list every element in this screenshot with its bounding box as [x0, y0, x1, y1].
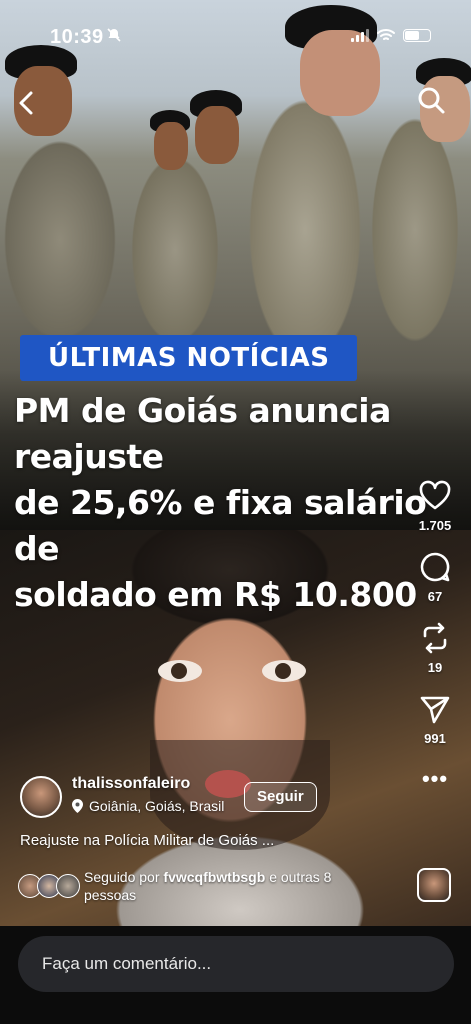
- audio-thumbnail[interactable]: [417, 868, 451, 902]
- repost-count: 19: [427, 660, 443, 675]
- headline-line: PM de Goiás anuncia reajuste: [14, 391, 391, 476]
- repost-icon: [423, 622, 447, 654]
- comment-bar: Faça um comentário...: [0, 926, 471, 1024]
- followed-by-prefix: Seguido por: [84, 869, 160, 885]
- chevron-left-icon: [19, 91, 33, 115]
- author-avatar[interactable]: [20, 776, 62, 818]
- more-icon[interactable]: •••: [422, 766, 448, 792]
- followers-avatars: [18, 874, 80, 898]
- wifi-icon: [377, 29, 395, 40]
- eye: [158, 660, 202, 682]
- status-indicators: [351, 28, 431, 42]
- soldier-face: [300, 30, 380, 116]
- status-time: 10:39: [50, 26, 104, 48]
- location-row[interactable]: Goiânia, Goiás, Brasil: [72, 798, 224, 814]
- comment-icon: [420, 552, 450, 582]
- share-count: 991: [424, 731, 446, 746]
- repost-button[interactable]: 19: [419, 622, 451, 675]
- back-button[interactable]: [12, 88, 42, 118]
- mute-bell-icon: [106, 27, 122, 48]
- headline-line: de 25,6% e fixa salário de: [14, 483, 427, 568]
- heart-icon: [419, 480, 451, 510]
- followed-by-user: fvwcqfbwtbsgb: [163, 869, 266, 885]
- soldier-face: [195, 106, 239, 164]
- follow-button[interactable]: Seguir: [244, 782, 317, 812]
- news-badge: ÚLTIMAS NOTÍCIAS: [20, 335, 358, 381]
- search-button[interactable]: [415, 84, 447, 116]
- comment-input[interactable]: Faça um comentário...: [18, 936, 454, 992]
- eye: [262, 660, 306, 682]
- location-pin-icon: [72, 799, 83, 813]
- post-caption[interactable]: Reajuste na Polícia Militar de Goiás ...: [20, 832, 274, 849]
- soldier-face: [154, 122, 188, 170]
- send-icon: [420, 696, 450, 724]
- battery-icon: [403, 28, 431, 42]
- comment-button[interactable]: 67: [419, 551, 451, 604]
- like-count: 1.705: [418, 518, 452, 533]
- like-button[interactable]: 1.705: [418, 480, 452, 533]
- action-column: 1.705 67 19 991 •••: [413, 480, 457, 792]
- avatar: [56, 874, 80, 898]
- share-button[interactable]: 991: [419, 693, 451, 746]
- cellular-signal-icon: [351, 28, 369, 42]
- followed-by-text[interactable]: Seguido por fvwcqfbwtbsgb e outras 8 pes…: [84, 868, 374, 904]
- news-headline: PM de Goiás anuncia reajuste de 25,6% e …: [14, 388, 471, 618]
- reel-screen: 10:39 ÚLTIMAS NOTÍCIAS PM de Goiás anunc…: [0, 0, 471, 1024]
- search-icon: [418, 87, 445, 114]
- author-username[interactable]: thalissonfaleiro: [72, 775, 190, 793]
- headline-line: soldado em R$ 10.800: [14, 575, 417, 614]
- comment-count: 67: [427, 589, 443, 604]
- location-label: Goiânia, Goiás, Brasil: [89, 798, 225, 814]
